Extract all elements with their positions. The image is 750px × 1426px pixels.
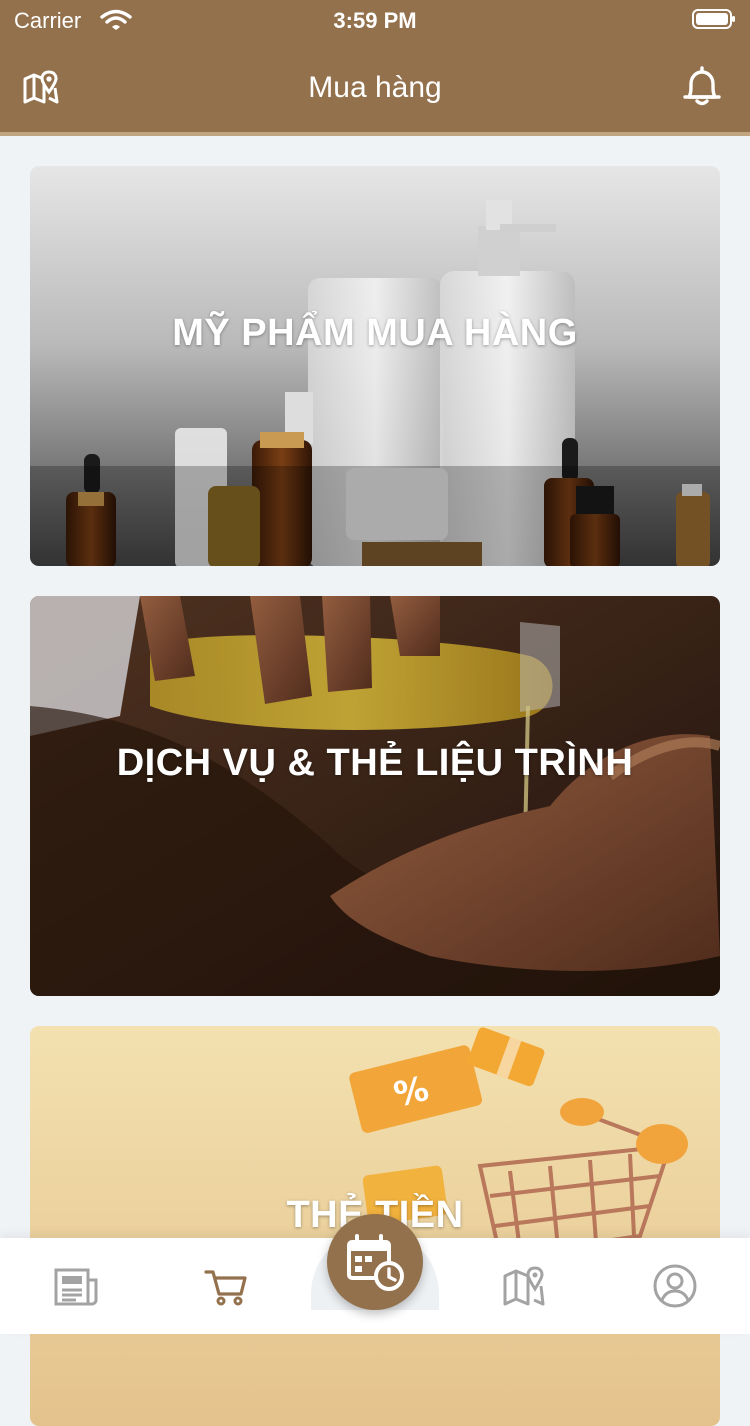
category-label: MỸ PHẨM MUA HÀNG — [172, 312, 578, 354]
user-icon[interactable] — [651, 1262, 699, 1310]
calendar-clock-icon — [347, 1234, 404, 1291]
page-title: Mua hàng — [308, 71, 442, 104]
header-divider — [0, 132, 750, 136]
status-bar: Carrier 3:59 PM — [0, 0, 750, 40]
battery-icon — [692, 9, 735, 29]
category-card-services[interactable]: DỊCH VỤ & THẺ LIỆU TRÌNH — [30, 596, 720, 996]
category-label: DỊCH VỤ & THẺ LIỆU TRÌNH — [116, 742, 634, 784]
status-time: 3:59 PM — [333, 8, 417, 33]
map-icon[interactable] — [501, 1262, 549, 1310]
bell-icon[interactable] — [680, 64, 724, 108]
booking-button[interactable] — [327, 1214, 423, 1310]
cosmetics-image — [30, 166, 720, 566]
massage-oil-image — [30, 596, 720, 996]
category-card-cosmetics[interactable]: MỸ PHẨM MUA HÀNG — [30, 166, 720, 566]
news-icon[interactable] — [52, 1262, 100, 1310]
cart-icon[interactable] — [202, 1262, 250, 1310]
